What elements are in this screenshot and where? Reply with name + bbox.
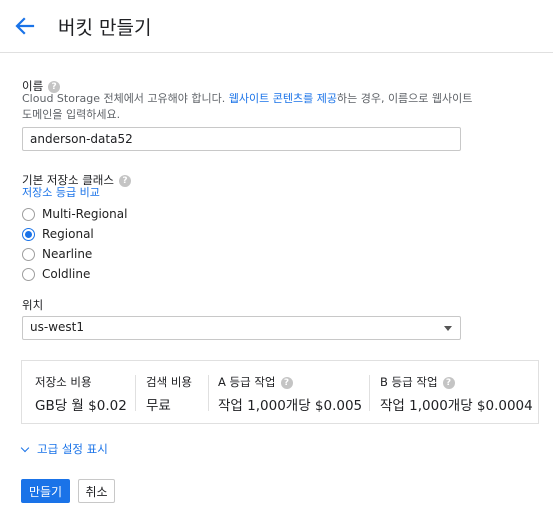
advanced-settings-label: 고급 설정 표시 [37, 442, 108, 456]
pricing-header: 저장소 비용 [35, 375, 92, 389]
location-value: us-west1 [30, 320, 84, 334]
pricing-header: 검색 비용 [146, 375, 192, 389]
back-arrow-icon[interactable] [14, 15, 36, 37]
radio-coldline[interactable]: Coldline [22, 266, 90, 282]
bucket-name-input[interactable] [30, 129, 450, 149]
location-label: 위치 [22, 298, 44, 312]
radio-multi-regional[interactable]: Multi-Regional [22, 206, 127, 222]
pricing-header-row: A 등급 작업? [218, 374, 293, 390]
pricing-header: B 등급 작업 [380, 375, 438, 389]
page-header: 버킷 만들기 [0, 0, 553, 53]
chevron-down-icon [20, 443, 30, 452]
radio-label: Nearline [42, 247, 93, 261]
location-select[interactable]: us-west1 [22, 316, 461, 340]
bucket-name-field[interactable] [22, 127, 461, 151]
radio-label: Coldline [42, 267, 91, 281]
radio-button-selected[interactable] [22, 227, 35, 241]
pricing-panel: 저장소 비용 GB당 월 $0.02 검색 비용 무료 A 등급 작업? 작업 … [21, 360, 539, 424]
pricing-header-row: B 등급 작업? [380, 374, 455, 390]
divider [135, 375, 136, 411]
radio-button[interactable] [22, 207, 35, 221]
pricing-value: 작업 1,000개당 $0.0004 [380, 398, 533, 414]
storage-class-compare: 저장소 등급 비교 [22, 185, 482, 201]
help-icon[interactable]: ? [442, 376, 455, 389]
radio-regional[interactable]: Regional [22, 226, 94, 242]
create-button[interactable]: 만들기 [21, 479, 70, 503]
website-content-link[interactable]: 웹사이트 콘텐츠를 제공 [229, 92, 337, 105]
radio-button[interactable] [22, 247, 35, 261]
dropdown-caret-icon [444, 326, 452, 331]
name-description: Cloud Storage 전체에서 고유해야 합니다. 웹사이트 콘텐츠를 제… [22, 91, 482, 123]
divider [369, 375, 370, 411]
name-description-text: Cloud Storage 전체에서 고유해야 합니다. [22, 92, 229, 105]
radio-nearline[interactable]: Nearline [22, 246, 92, 262]
show-advanced-settings-link[interactable]: 고급 설정 표시 [20, 441, 108, 457]
cancel-button[interactable]: 취소 [78, 479, 115, 503]
compare-storage-classes-link[interactable]: 저장소 등급 비교 [22, 186, 100, 199]
pricing-header: A 등급 작업 [218, 375, 276, 389]
pricing-value: 작업 1,000개당 $0.005 [218, 398, 363, 414]
radio-label: Regional [42, 227, 94, 241]
page-title: 버킷 만들기 [58, 17, 152, 39]
divider [208, 375, 209, 411]
pricing-value: 무료 [146, 398, 171, 414]
help-icon[interactable]: ? [280, 376, 293, 389]
radio-button[interactable] [22, 267, 35, 281]
radio-label: Multi-Regional [42, 207, 128, 221]
pricing-value: GB당 월 $0.02 [35, 398, 127, 414]
